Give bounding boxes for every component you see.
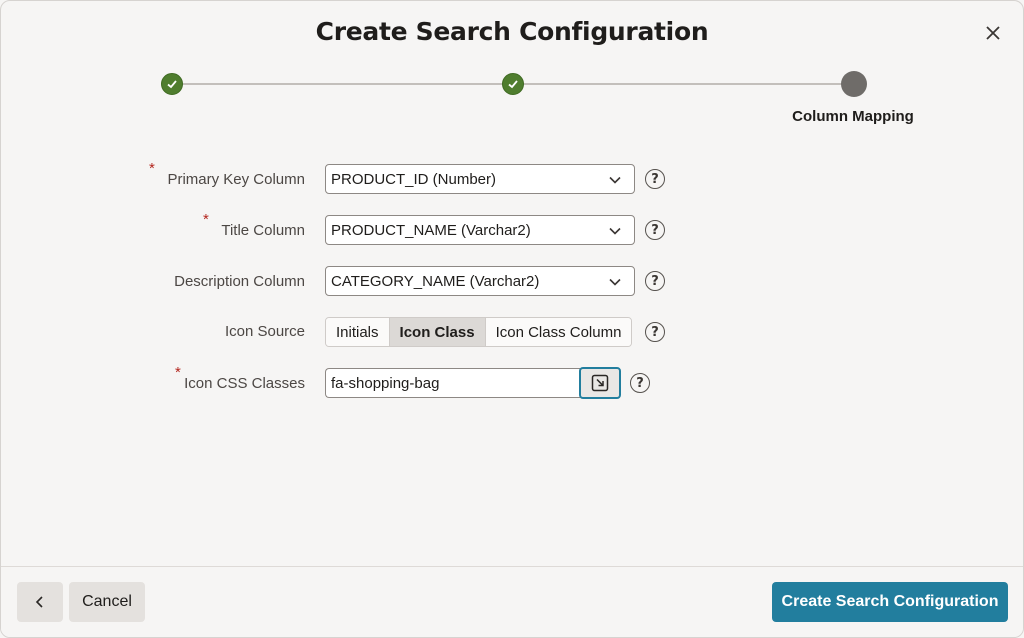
help-icon[interactable]: ? [645,169,665,189]
required-marker: * [175,364,181,381]
icon-source-row: Icon Source Initials Icon Class Icon Cla… [1,316,1023,348]
icon-source-segmented-control: Initials Icon Class Icon Class Column [325,317,633,347]
step-1-complete [161,73,183,95]
open-picker-icon [591,374,609,392]
help-icon[interactable]: ? [645,220,665,240]
create-search-configuration-dialog: Create Search Configuration Column Mappi… [0,0,1024,638]
step-3-label: Column Mapping [792,108,914,125]
primary-key-row: * Primary Key Column PRODUCT_ID (Number)… [1,160,1023,196]
icon-css-classes-row: * Icon CSS Classes fa-shopping-bag ? [1,364,1023,400]
step-2-complete [502,73,524,95]
description-column-label: Description Column [174,273,305,290]
back-button[interactable] [17,582,63,622]
close-button[interactable] [979,19,1007,47]
check-icon [167,80,177,89]
title-column-label: Title Column [221,222,305,239]
title-column-row: * Title Column PRODUCT_NAME (Varchar2) ? [1,211,1023,247]
icon-source-label: Icon Source [224,323,305,340]
title-column-value: PRODUCT_NAME (Varchar2) [331,222,531,239]
icon-picker-button[interactable] [579,367,621,399]
required-marker: * [203,211,209,228]
create-search-configuration-button[interactable]: Create Search Configuration [772,582,1008,622]
primary-key-select[interactable]: PRODUCT_ID (Number) [325,164,635,194]
primary-key-label: Primary Key Column [167,171,305,188]
description-column-row: Description Column CATEGORY_NAME (Varcha… [1,266,1023,298]
chevron-left-icon [35,596,43,608]
step-3-current [841,71,867,97]
chevron-down-icon [609,227,621,235]
required-marker: * [149,160,155,177]
help-icon[interactable]: ? [645,322,665,342]
icon-css-classes-value: fa-shopping-bag [331,375,440,392]
help-icon[interactable]: ? [630,373,650,393]
title-column-select[interactable]: PRODUCT_NAME (Varchar2) [325,215,635,245]
chevron-down-icon [609,278,621,286]
icon-source-option-icon-class[interactable]: Icon Class [389,318,486,346]
description-column-value: CATEGORY_NAME (Varchar2) [331,273,540,290]
icon-css-classes-input[interactable]: fa-shopping-bag [325,368,580,398]
description-column-select[interactable]: CATEGORY_NAME (Varchar2) [325,266,635,296]
close-icon [986,26,1000,40]
icon-source-option-icon-class-column[interactable]: Icon Class Column [485,318,632,346]
check-icon [508,80,518,89]
dialog-title: Create Search Configuration [315,17,709,46]
primary-key-value: PRODUCT_ID (Number) [331,171,497,188]
chevron-down-icon [609,176,621,184]
cancel-button[interactable]: Cancel [69,582,145,622]
icon-source-option-initials[interactable]: Initials [326,318,390,346]
icon-css-classes-label: Icon CSS Classes [184,375,305,392]
help-icon[interactable]: ? [645,271,665,291]
dialog-footer: Cancel Create Search Configuration [1,566,1023,637]
